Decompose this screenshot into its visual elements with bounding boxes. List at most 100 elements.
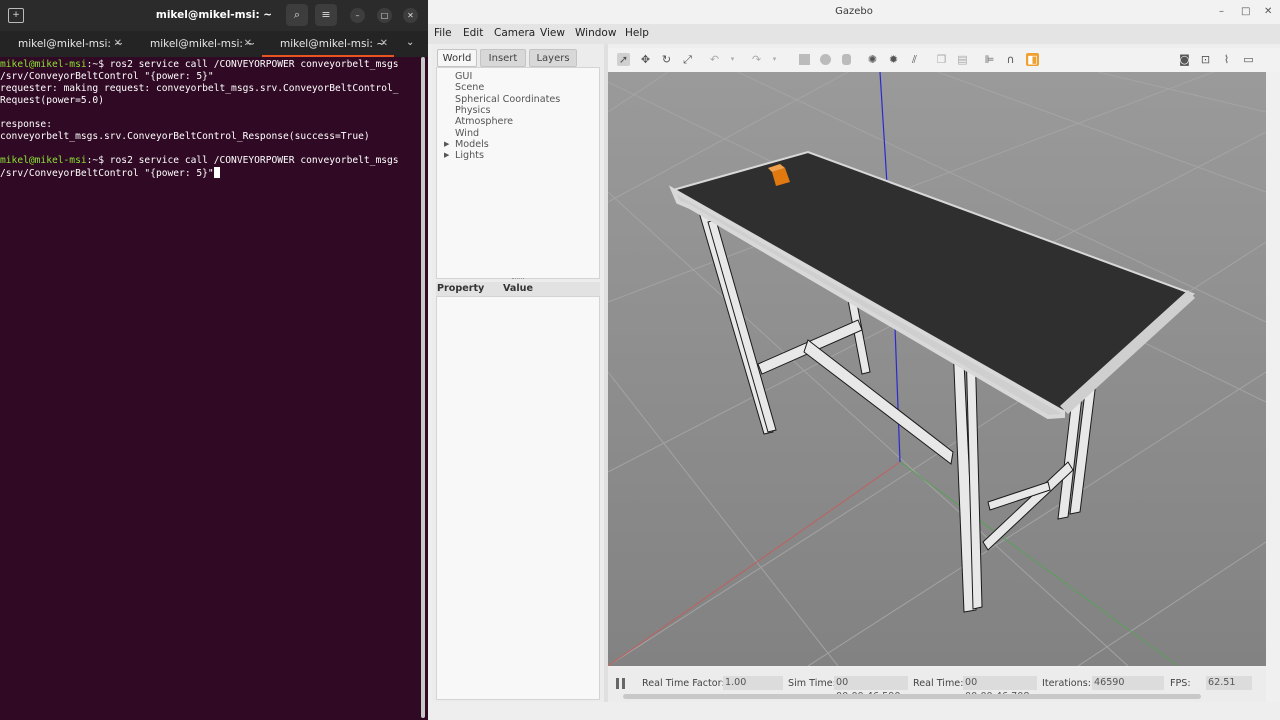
menu-bar: File Edit Camera View Window Help: [428, 24, 1280, 44]
left-panel: World Insert Layers GUI Scene Spherical …: [432, 44, 604, 702]
terminal-tab-label: mikel@mikel-msi: ~: [18, 38, 124, 50]
terminal-line: requester: making request: conveyorbelt_…: [0, 83, 399, 94]
terminal-output[interactable]: mikel@mikel-msi:~$ ros2 service call /CO…: [0, 57, 422, 720]
spot-light-icon[interactable]: ✹: [887, 53, 900, 66]
sphere-shape-icon[interactable]: [819, 53, 832, 66]
command-text: ros2 service call /CONVEYORPOWER conveyo…: [109, 155, 399, 166]
gazebo-title: Gazebo: [835, 6, 873, 17]
screenshot-icon[interactable]: ◙: [1178, 53, 1191, 66]
pause-icon[interactable]: [616, 678, 625, 689]
menu-edit[interactable]: Edit: [463, 27, 483, 39]
tab-close-icon[interactable]: ✕: [244, 31, 252, 57]
menu-file[interactable]: File: [434, 27, 452, 39]
horizontal-scrollbar[interactable]: [623, 694, 1201, 699]
tree-item-atmosphere[interactable]: Atmosphere: [455, 116, 513, 127]
prompt-suffix: :~$: [86, 59, 110, 70]
snap-icon[interactable]: ∩: [1004, 53, 1017, 66]
tree-item-models[interactable]: Models: [455, 139, 489, 150]
tab-world[interactable]: World: [437, 49, 477, 67]
close-icon[interactable]: ✕: [1264, 0, 1272, 24]
scene-render: [608, 72, 1266, 666]
tree-item-lights[interactable]: Lights: [455, 150, 484, 161]
prompt-suffix: :~$: [86, 155, 110, 166]
cylinder-shape-icon[interactable]: [840, 53, 853, 66]
log-icon[interactable]: ⊡: [1199, 53, 1212, 66]
menu-window[interactable]: Window: [575, 27, 616, 39]
tree-item-gui[interactable]: GUI: [455, 71, 472, 82]
splitter-handle[interactable]: [512, 278, 524, 280]
fps-value: 62.51: [1206, 676, 1252, 690]
terminal-tab[interactable]: mikel@mikel-msi: ~ ✕: [130, 31, 258, 57]
rtf-label: Real Time Factor:: [642, 678, 725, 689]
tab-close-icon[interactable]: ✕: [114, 31, 122, 57]
gazebo-titlebar: Gazebo – □ ✕: [428, 0, 1280, 24]
minimize-icon[interactable]: –: [1219, 0, 1224, 24]
maximize-icon[interactable]: □: [377, 8, 392, 23]
video-record-icon[interactable]: ▭: [1242, 53, 1255, 66]
text-cursor: [213, 167, 220, 178]
terminal-tab-label: mikel@mikel-msi: ~: [150, 38, 256, 50]
search-icon[interactable]: ⌕: [286, 4, 308, 26]
close-icon[interactable]: ✕: [403, 8, 418, 23]
terminal-tab-active[interactable]: mikel@mikel-msi: ~ ✕: [262, 31, 394, 57]
scale-mode-icon[interactable]: ⤢: [681, 53, 694, 66]
tree-item-wind[interactable]: Wind: [455, 128, 479, 139]
tree-item-physics[interactable]: Physics: [455, 105, 490, 116]
scene-viewport[interactable]: [608, 72, 1266, 666]
property-header: Property Value: [436, 282, 600, 296]
plot-icon[interactable]: ⌇: [1220, 53, 1233, 66]
terminal-line: response:: [0, 119, 52, 130]
world-tree[interactable]: GUI Scene Spherical Coordinates Physics …: [436, 67, 600, 279]
tab-close-icon[interactable]: ✕: [380, 31, 388, 57]
menu-view[interactable]: View: [540, 27, 565, 39]
maximize-icon[interactable]: □: [1241, 0, 1250, 24]
undo-icon[interactable]: ↶: [708, 53, 721, 66]
iterations-value: 46590: [1092, 676, 1164, 690]
paste-icon[interactable]: ▤: [956, 53, 969, 66]
point-light-icon[interactable]: ✺: [866, 53, 879, 66]
box-shape-icon[interactable]: [798, 53, 811, 66]
menu-camera[interactable]: Camera: [494, 27, 535, 39]
viewport-scrollbar[interactable]: [1266, 72, 1280, 702]
tabs-dropdown-icon[interactable]: ⌄: [406, 37, 414, 48]
redo-dropdown-icon[interactable]: ▾: [768, 53, 781, 66]
tree-item-spherical-coordinates[interactable]: Spherical Coordinates: [455, 94, 560, 105]
terminal-tab[interactable]: mikel@mikel-msi: ~ ✕: [0, 31, 128, 57]
copy-icon[interactable]: ❐: [935, 53, 948, 66]
minimize-icon[interactable]: –: [350, 8, 365, 23]
status-bar: Real Time Factor: 1.00 Sim Time: 00 00:0…: [608, 668, 1266, 702]
property-table[interactable]: [436, 296, 600, 700]
terminal-tab-label: mikel@mikel-msi: ~: [280, 38, 386, 50]
scene-toolbar: ➚ ✥ ↻ ⤢ ↶ ▾ ↷ ▾ ✺ ✹ ⫽ ❐ ▤ ⊫ ∩ ◧ ◙ ⊡ ⌇ ▭: [608, 48, 1280, 72]
terminal-line: /srv/ConveyorBeltControl "{power: 5}": [0, 167, 422, 180]
terminal-line: /srv/ConveyorBeltControl "{power: 5}": [0, 71, 214, 82]
rotate-mode-icon[interactable]: ↻: [660, 53, 673, 66]
terminal-scrollbar[interactable]: [421, 57, 425, 718]
prompt-user: mikel@mikel-msi: [0, 59, 87, 70]
iterations-label: Iterations:: [1042, 678, 1091, 689]
tab-insert[interactable]: Insert: [480, 49, 526, 67]
menu-help[interactable]: Help: [625, 27, 649, 39]
prompt-user: mikel@mikel-msi: [0, 155, 87, 166]
real-time-label: Real Time:: [913, 678, 964, 689]
select-mode-icon[interactable]: ➚: [617, 53, 630, 66]
terminal-tab-bar: mikel@mikel-msi: ~ ✕ mikel@mikel-msi: ~ ✕ …: [0, 31, 428, 57]
command-text: ros2 service call /CONVEYORPOWER conveyo…: [109, 59, 399, 70]
translate-mode-icon[interactable]: ✥: [639, 53, 652, 66]
terminal-line: mikel@mikel-msi:~$ ros2 service call /CO…: [0, 155, 422, 167]
change-view-icon[interactable]: ◧: [1026, 53, 1039, 66]
expand-arrow-icon[interactable]: ▶: [444, 151, 449, 159]
property-column-header: Property: [437, 283, 485, 294]
align-icon[interactable]: ⊫: [983, 53, 996, 66]
fps-label: FPS:: [1170, 678, 1191, 689]
hamburger-menu-icon[interactable]: ≡: [315, 4, 337, 26]
tree-item-scene[interactable]: Scene: [455, 82, 484, 93]
value-column-header: Value: [503, 283, 533, 294]
undo-dropdown-icon[interactable]: ▾: [726, 53, 739, 66]
redo-icon[interactable]: ↷: [750, 53, 763, 66]
tab-layers[interactable]: Layers: [529, 49, 577, 67]
expand-arrow-icon[interactable]: ▶: [444, 140, 449, 148]
directional-light-icon[interactable]: ⫽: [908, 53, 921, 66]
